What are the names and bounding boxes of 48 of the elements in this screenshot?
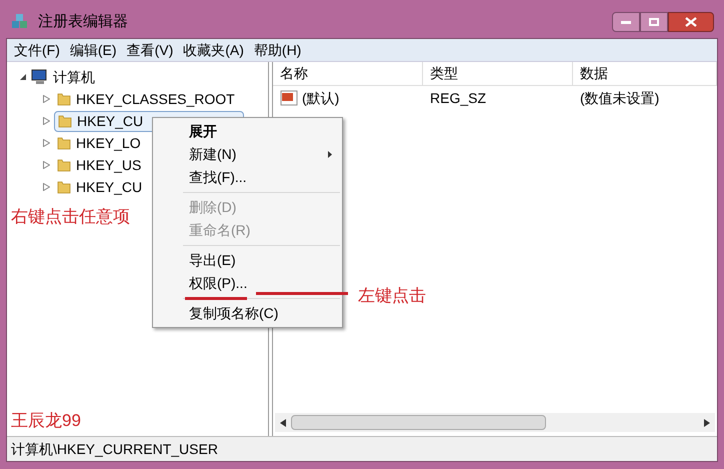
folder-icon [56, 179, 72, 195]
string-value-icon [280, 90, 298, 106]
column-header[interactable]: 数据 [573, 62, 717, 85]
close-icon [685, 17, 697, 27]
menu-item[interactable]: 编辑(E) [66, 40, 120, 60]
expanded-arrow-icon[interactable] [19, 73, 27, 81]
tree-item[interactable]: HKEY_CLASSES_ROOT [54, 88, 237, 110]
collapsed-arrow-icon[interactable] [43, 161, 50, 169]
submenu-arrow-icon [328, 151, 332, 158]
menu-item[interactable]: 文件(F) [11, 40, 63, 60]
column-header[interactable]: 类型 [423, 62, 573, 85]
table-cell-text: (默认) [302, 88, 340, 108]
folder-icon [56, 157, 72, 173]
folder-icon [56, 135, 72, 151]
menu-item[interactable]: 导出(E) [153, 249, 342, 272]
folder-icon [57, 113, 73, 129]
collapsed-arrow-icon[interactable] [43, 183, 50, 191]
menu-item[interactable]: 收藏夹(A) [180, 40, 247, 60]
status-bar-text: 计算机\HKEY_CURRENT_USER [11, 440, 218, 459]
folder-icon [56, 91, 72, 107]
collapsed-arrow-icon[interactable] [43, 95, 50, 103]
menu-item[interactable]: 复制项名称(C) [153, 302, 342, 325]
collapsed-arrow-icon[interactable] [43, 117, 50, 125]
column-header[interactable]: 名称 [273, 62, 423, 85]
scrollbar-thumb[interactable] [291, 415, 546, 430]
maximize-button[interactable] [640, 12, 668, 32]
table-cell-text: (数值未设置) [580, 88, 660, 108]
tree-item[interactable]: HKEY_LO [54, 132, 143, 154]
close-button[interactable] [668, 12, 714, 32]
menu-item[interactable]: 帮助(H) [250, 40, 304, 60]
underline-mark [185, 297, 247, 300]
collapsed-arrow-icon[interactable] [43, 139, 50, 147]
minimize-button[interactable] [612, 12, 640, 32]
tree-item[interactable]: HKEY_US [54, 154, 144, 176]
menu-item[interactable]: 权限(P)... [153, 272, 342, 295]
menu-item[interactable]: 查找(F)... [153, 166, 342, 189]
scroll-left-icon[interactable] [280, 418, 286, 426]
tree-item[interactable]: HKEY_CU [54, 176, 144, 198]
scroll-right-icon[interactable] [704, 418, 710, 426]
menu-item[interactable]: 新建(N) [153, 143, 342, 166]
table-cell-text: REG_SZ [430, 88, 486, 108]
menu-item[interactable]: 查看(V) [124, 40, 176, 60]
author-text: 王辰龙99 [11, 410, 81, 432]
window-title: 注册表编辑器 [38, 12, 128, 32]
annotation-text: 右键点击任意项 [11, 206, 130, 228]
annotation-text: 左键点击 [358, 285, 426, 307]
tree-item[interactable]: 计算机 [53, 66, 95, 88]
computer-icon [31, 69, 49, 85]
